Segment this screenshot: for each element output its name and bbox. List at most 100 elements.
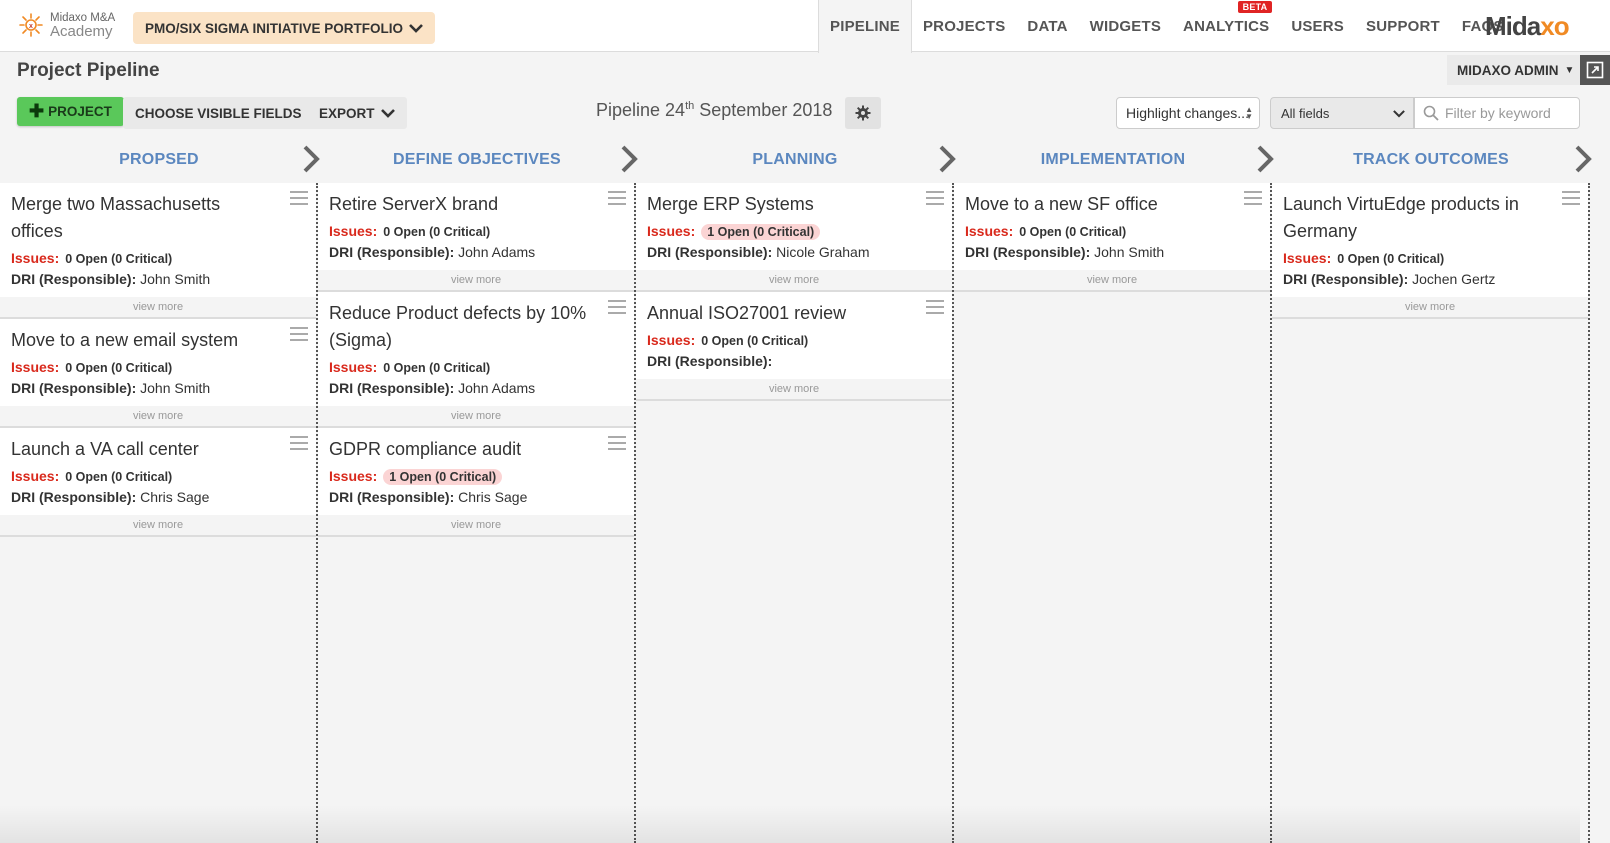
- project-title[interactable]: Merge two Massachusetts offices: [11, 191, 276, 245]
- view-more-link[interactable]: view more: [954, 270, 1270, 290]
- issues-label: Issues:: [11, 359, 60, 375]
- nav-data[interactable]: DATA: [1016, 0, 1078, 52]
- hamburger-menu-icon[interactable]: [290, 327, 308, 341]
- project-title[interactable]: GDPR compliance audit: [329, 436, 594, 463]
- issues-count[interactable]: 1 Open (0 Critical): [701, 224, 821, 240]
- nav-users[interactable]: USERS: [1280, 0, 1355, 52]
- logo-line-2: Academy: [50, 23, 113, 40]
- midaxo-brand-logo[interactable]: Midaxo: [1485, 11, 1570, 42]
- brand-text-b: xo: [1540, 11, 1569, 41]
- issues-count[interactable]: 0 Open (0 Critical): [383, 361, 490, 375]
- project-card[interactable]: Reduce Product defects by 10% (Sigma) Is…: [318, 292, 634, 428]
- admin-menu-button[interactable]: MIDAXO ADMIN ▼: [1447, 55, 1585, 85]
- pipeline-title-sup: th: [685, 100, 695, 112]
- nav-label: PIPELINE: [830, 18, 900, 35]
- academy-logo[interactable]: x Midaxo M&A Academy: [18, 12, 115, 40]
- issues-count[interactable]: 0 Open (0 Critical): [65, 470, 172, 484]
- hamburger-menu-icon[interactable]: [926, 300, 944, 314]
- project-card[interactable]: Retire ServerX brand Issues: 0 Open (0 Cr…: [318, 183, 634, 292]
- plus-icon: ✚: [29, 101, 45, 121]
- issues-label: Issues:: [647, 332, 696, 348]
- project-title[interactable]: Launch VirtuEdge products in Germany: [1283, 191, 1548, 245]
- nav-support[interactable]: SUPPORT: [1355, 0, 1451, 52]
- choose-fields-label: CHOOSE VISIBLE FIELDS: [135, 105, 302, 121]
- choose-visible-fields-button[interactable]: CHOOSE VISIBLE FIELDS: [123, 97, 314, 129]
- dri-name: Chris Sage: [458, 489, 528, 505]
- project-title[interactable]: Reduce Product defects by 10% (Sigma): [329, 300, 594, 354]
- hamburger-menu-icon[interactable]: [1244, 191, 1262, 205]
- hamburger-menu-icon[interactable]: [290, 191, 308, 205]
- view-more-link[interactable]: view more: [636, 379, 952, 399]
- fields-select[interactable]: All fields: [1270, 97, 1414, 129]
- dri-name: John Adams: [458, 244, 536, 260]
- nav-projects[interactable]: PROJECTS: [912, 0, 1016, 52]
- issues-label: Issues:: [329, 359, 378, 375]
- pipeline-title-suffix: September 2018: [694, 100, 833, 120]
- view-more-link[interactable]: view more: [0, 297, 316, 317]
- stage-heading-label: DEFINE OBJECTIVES: [393, 151, 561, 168]
- project-title[interactable]: Move to a new email system: [11, 327, 276, 354]
- view-more-link[interactable]: view more: [0, 515, 316, 535]
- dri-label: DRI (Responsible):: [647, 244, 773, 260]
- nav-label: PROJECTS: [922, 17, 1006, 35]
- search-icon: [1423, 105, 1439, 121]
- admin-label: MIDAXO ADMIN: [1457, 62, 1559, 78]
- hamburger-menu-icon[interactable]: [608, 300, 626, 314]
- portfolio-dropdown[interactable]: PMO/SIX SIGMA INITIATIVE PORTFOLIO: [133, 12, 436, 44]
- stage-column-implementation: Move to a new SF office Issues: 0 Open (0…: [954, 183, 1270, 843]
- add-project-button[interactable]: ✚ PROJECT: [17, 97, 124, 126]
- stage-heading-define-objectives: DEFINE OBJECTIVES: [318, 144, 636, 176]
- project-title[interactable]: Launch a VA call center: [11, 436, 276, 463]
- project-card[interactable]: Launch VirtuEdge products in Germany Iss…: [1272, 183, 1588, 319]
- view-more-link[interactable]: view more: [636, 270, 952, 290]
- add-project-label: PROJECT: [48, 104, 112, 119]
- filter-keyword-input[interactable]: [1445, 105, 1575, 121]
- export-dropdown-button[interactable]: EXPORT: [307, 97, 407, 129]
- column-divider: [1588, 183, 1590, 843]
- project-card[interactable]: Annual ISO27001 review Issues: 0 Open (0 …: [636, 292, 952, 401]
- dri-label: DRI (Responsible):: [11, 489, 137, 505]
- view-more-link[interactable]: view more: [1272, 297, 1588, 317]
- dri-name: John Smith: [140, 271, 211, 287]
- hamburger-menu-icon[interactable]: [608, 436, 626, 450]
- project-title[interactable]: Merge ERP Systems: [647, 191, 912, 218]
- project-card[interactable]: Move to a new SF office Issues: 0 Open (0…: [954, 183, 1270, 292]
- pipeline-settings-button[interactable]: [845, 97, 881, 129]
- stage-column-proposed: Merge two Massachusetts offices Issues: 0…: [0, 183, 316, 843]
- project-card[interactable]: Merge ERP Systems Issues: 1 Open (0 Criti…: [636, 183, 952, 292]
- view-more-link[interactable]: view more: [318, 406, 634, 426]
- hamburger-menu-icon[interactable]: [926, 191, 944, 205]
- nav-label: USERS: [1291, 17, 1344, 35]
- expand-window-icon: [1586, 61, 1604, 79]
- issues-count[interactable]: 0 Open (0 Critical): [383, 225, 490, 239]
- issues-label: Issues:: [965, 223, 1014, 239]
- select-arrows-icon: ▲ ▼: [1245, 105, 1253, 121]
- expand-window-button[interactable]: [1580, 55, 1610, 85]
- nav-pipeline[interactable]: PIPELINE: [818, 0, 912, 53]
- issues-count[interactable]: 0 Open (0 Critical): [1019, 225, 1126, 239]
- nav-label: WIDGETS: [1089, 17, 1162, 35]
- filter-field[interactable]: [1414, 97, 1580, 129]
- project-card[interactable]: Move to a new email system Issues: 0 Open…: [0, 319, 316, 428]
- nav-analytics[interactable]: ANALYTICS BETA: [1172, 0, 1280, 52]
- issues-count[interactable]: 0 Open (0 Critical): [1337, 252, 1444, 266]
- view-more-link[interactable]: view more: [318, 515, 634, 535]
- project-title[interactable]: Move to a new SF office: [965, 191, 1230, 218]
- issues-count[interactable]: 0 Open (0 Critical): [65, 252, 172, 266]
- hamburger-menu-icon[interactable]: [608, 191, 626, 205]
- project-title[interactable]: Annual ISO27001 review: [647, 300, 912, 327]
- project-card[interactable]: GDPR compliance audit Issues: 1 Open (0 C…: [318, 428, 634, 537]
- project-card[interactable]: Launch a VA call center Issues: 0 Open (0…: [0, 428, 316, 537]
- project-title[interactable]: Retire ServerX brand: [329, 191, 594, 218]
- issues-label: Issues:: [329, 223, 378, 239]
- highlight-changes-select[interactable]: Highlight changes... ▲ ▼: [1116, 97, 1260, 129]
- issues-count[interactable]: 0 Open (0 Critical): [701, 334, 808, 348]
- hamburger-menu-icon[interactable]: [1562, 191, 1580, 205]
- view-more-link[interactable]: view more: [318, 270, 634, 290]
- nav-widgets[interactable]: WIDGETS: [1079, 0, 1172, 52]
- hamburger-menu-icon[interactable]: [290, 436, 308, 450]
- project-card[interactable]: Merge two Massachusetts offices Issues: 0…: [0, 183, 316, 319]
- issues-count[interactable]: 1 Open (0 Critical): [383, 469, 503, 485]
- issues-count[interactable]: 0 Open (0 Critical): [65, 361, 172, 375]
- view-more-link[interactable]: view more: [0, 406, 316, 426]
